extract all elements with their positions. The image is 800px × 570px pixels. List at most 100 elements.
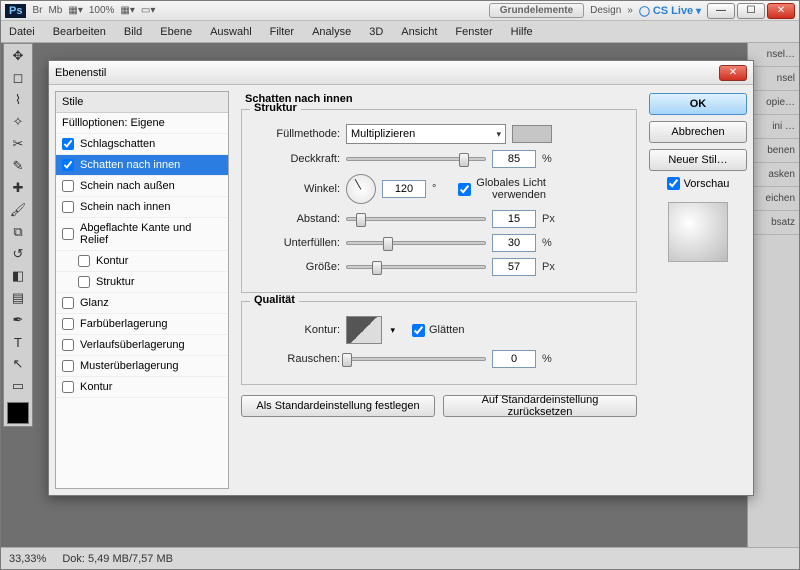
menu-auswahl[interactable]: Auswahl bbox=[210, 26, 252, 38]
style-checkbox[interactable] bbox=[62, 138, 74, 150]
heal-tool-icon[interactable]: ✚ bbox=[6, 178, 30, 198]
panel-tab[interactable]: nsel… bbox=[748, 43, 799, 67]
style-checkbox[interactable] bbox=[62, 180, 74, 192]
distance-input[interactable] bbox=[492, 210, 536, 228]
antialias-checkbox[interactable]: Glätten bbox=[412, 324, 500, 337]
panel-tab[interactable]: nsel bbox=[748, 67, 799, 91]
style-item[interactable]: Schlagschatten bbox=[56, 134, 228, 155]
close-button[interactable]: ✕ bbox=[767, 3, 795, 19]
ok-button[interactable]: OK bbox=[649, 93, 747, 115]
distance-slider[interactable] bbox=[346, 217, 486, 221]
new-style-button[interactable]: Neuer Stil… bbox=[649, 149, 747, 171]
size-input[interactable] bbox=[492, 258, 536, 276]
style-checkbox[interactable] bbox=[62, 297, 74, 309]
style-checkbox[interactable] bbox=[62, 360, 74, 372]
size-slider[interactable] bbox=[346, 265, 486, 269]
film-icon[interactable]: ▦▾ bbox=[68, 5, 82, 16]
lasso-tool-icon[interactable]: ⌇ bbox=[6, 90, 30, 110]
minimize-button[interactable]: — bbox=[707, 3, 735, 19]
pen-tool-icon[interactable]: ✒ bbox=[6, 310, 30, 330]
view-grid-icon[interactable]: ▦▾ bbox=[120, 5, 134, 16]
menu-fenster[interactable]: Fenster bbox=[455, 26, 492, 38]
workspace-tab-design[interactable]: Design bbox=[590, 5, 621, 16]
style-checkbox[interactable] bbox=[62, 381, 74, 393]
cancel-button[interactable]: Abbrechen bbox=[649, 121, 747, 143]
preview-checkbox[interactable]: Vorschau bbox=[649, 177, 747, 190]
style-checkbox[interactable] bbox=[62, 318, 74, 330]
make-default-button[interactable]: Als Standardeinstellung festlegen bbox=[241, 395, 435, 417]
noise-input[interactable] bbox=[492, 350, 536, 368]
wand-tool-icon[interactable]: ✧ bbox=[6, 112, 30, 132]
style-item[interactable]: Verlaufsüberlagerung bbox=[56, 335, 228, 356]
style-checkbox[interactable] bbox=[62, 228, 74, 240]
marquee-tool-icon[interactable]: ◻ bbox=[6, 68, 30, 88]
move-tool-icon[interactable]: ✥ bbox=[6, 46, 30, 66]
menu-ebene[interactable]: Ebene bbox=[160, 26, 192, 38]
workspace-tab-essentials[interactable]: Grundelemente bbox=[489, 3, 584, 18]
menu-analyse[interactable]: Analyse bbox=[312, 26, 351, 38]
panel-tab[interactable]: bsatz bbox=[748, 211, 799, 235]
crop-tool-icon[interactable]: ✂ bbox=[6, 134, 30, 154]
foreground-color-swatch[interactable] bbox=[7, 402, 29, 424]
mb-icon[interactable]: Mb bbox=[48, 5, 62, 16]
dialog-close-button[interactable]: ✕ bbox=[719, 65, 747, 81]
panel-tab[interactable]: benen bbox=[748, 139, 799, 163]
blending-options-item[interactable]: Füllloptionen: Eigene bbox=[56, 113, 228, 134]
menu-datei[interactable]: Datei bbox=[9, 26, 35, 38]
style-item[interactable]: Kontur bbox=[56, 377, 228, 398]
style-item[interactable]: Schein nach innen bbox=[56, 197, 228, 218]
zoom-level[interactable]: 33,33% bbox=[9, 553, 46, 565]
style-item[interactable]: Abgeflachte Kante und Relief bbox=[56, 218, 228, 251]
opacity-slider[interactable] bbox=[346, 157, 486, 161]
gradient-tool-icon[interactable]: ▤ bbox=[6, 288, 30, 308]
menu-bearbeiten[interactable]: Bearbeiten bbox=[53, 26, 106, 38]
panel-tab[interactable]: asken bbox=[748, 163, 799, 187]
style-checkbox[interactable] bbox=[62, 201, 74, 213]
style-checkbox[interactable] bbox=[78, 255, 90, 267]
style-item[interactable]: Schatten nach innen bbox=[56, 155, 228, 176]
styles-header[interactable]: Stile bbox=[56, 92, 228, 113]
panel-tab[interactable]: ini … bbox=[748, 115, 799, 139]
style-checkbox[interactable] bbox=[62, 339, 74, 351]
choke-input[interactable] bbox=[492, 234, 536, 252]
style-item[interactable]: Struktur bbox=[56, 272, 228, 293]
menu-hilfe[interactable]: Hilfe bbox=[511, 26, 533, 38]
panel-tab[interactable]: opie… bbox=[748, 91, 799, 115]
view-screen-icon[interactable]: ▭▾ bbox=[141, 5, 155, 16]
choke-slider[interactable] bbox=[346, 241, 486, 245]
style-item[interactable]: Schein nach außen bbox=[56, 176, 228, 197]
style-item[interactable]: Kontur bbox=[56, 251, 228, 272]
blendmode-select[interactable]: Multiplizieren bbox=[346, 124, 506, 144]
maximize-button[interactable]: ☐ bbox=[737, 3, 765, 19]
eraser-tool-icon[interactable]: ◧ bbox=[6, 266, 30, 286]
style-checkbox[interactable] bbox=[78, 276, 90, 288]
type-tool-icon[interactable]: T bbox=[6, 332, 30, 352]
style-item[interactable]: Glanz bbox=[56, 293, 228, 314]
angle-input[interactable] bbox=[382, 180, 426, 198]
path-tool-icon[interactable]: ↖ bbox=[6, 354, 30, 374]
noise-slider[interactable] bbox=[346, 357, 486, 361]
menu-3d[interactable]: 3D bbox=[369, 26, 383, 38]
reset-default-button[interactable]: Auf Standardeinstellung zurücksetzen bbox=[443, 395, 637, 417]
br-icon[interactable]: Br bbox=[32, 5, 42, 16]
style-item[interactable]: Farbüberlagerung bbox=[56, 314, 228, 335]
style-item[interactable]: Musterüberlagerung bbox=[56, 356, 228, 377]
contour-picker[interactable] bbox=[346, 316, 382, 344]
eyedropper-tool-icon[interactable]: ✎ bbox=[6, 156, 30, 176]
brush-tool-icon[interactable]: 🖌 bbox=[6, 200, 30, 220]
menu-filter[interactable]: Filter bbox=[270, 26, 294, 38]
menu-ansicht[interactable]: Ansicht bbox=[401, 26, 437, 38]
angle-dial[interactable] bbox=[346, 174, 376, 204]
history-tool-icon[interactable]: ↺ bbox=[6, 244, 30, 264]
shape-tool-icon[interactable]: ▭ bbox=[6, 376, 30, 396]
stamp-tool-icon[interactable]: ⧉ bbox=[6, 222, 30, 242]
style-checkbox[interactable] bbox=[62, 159, 74, 171]
opacity-input[interactable] bbox=[492, 150, 536, 168]
global-light-checkbox[interactable]: Globales Licht verwenden bbox=[458, 177, 546, 201]
menu-bild[interactable]: Bild bbox=[124, 26, 142, 38]
shadow-color-swatch[interactable] bbox=[512, 125, 552, 143]
zoom-dropdown[interactable]: 100% bbox=[89, 5, 115, 16]
cslive-button[interactable]: ◯ CS Live ▾ bbox=[639, 5, 701, 17]
workspace-more-icon[interactable]: » bbox=[627, 5, 633, 16]
panel-tab[interactable]: eichen bbox=[748, 187, 799, 211]
